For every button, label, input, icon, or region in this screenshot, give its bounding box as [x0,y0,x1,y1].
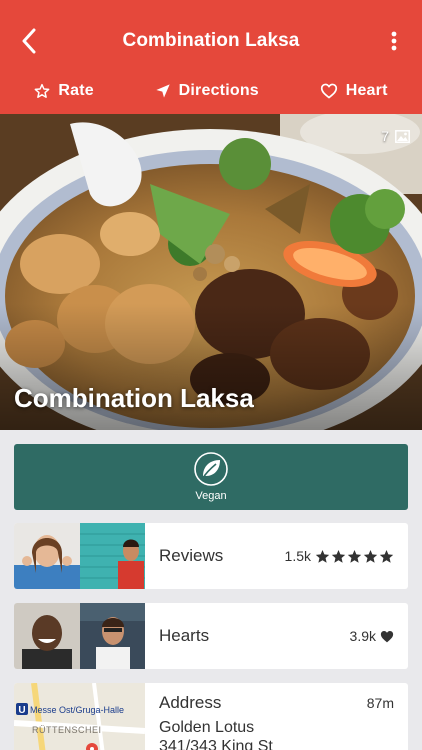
reviews-card[interactable]: Reviews 1.5k [14,523,408,589]
star-filled-icon [363,549,378,563]
reviews-label: Reviews [159,546,224,565]
vegan-tag[interactable]: Vegan [14,444,408,510]
reviews-thumbnails [14,523,145,589]
hearts-label: Hearts [159,626,210,645]
more-vertical-icon [391,31,397,51]
photo-count[interactable]: 7 [381,128,410,144]
back-button[interactable] [12,24,46,58]
address-line-2: 341/343 King St [159,738,273,750]
hearts-count: 3.9k [349,628,376,644]
dish-photo[interactable]: 7 Combination Laksa [0,114,422,430]
map-label-district: RÜTTENSCHEI [32,725,102,735]
map-label-u: U [18,705,25,716]
star-outline-icon [34,83,50,98]
star-filled-icon [347,549,362,563]
chevron-left-icon [22,28,36,54]
dish-name: Combination Laksa [14,383,254,413]
address-body: Address 87m Golden Lotus 341/343 King St [145,683,408,750]
heart-filled-icon [380,630,394,642]
hearts-body: Hearts 3.9k [145,603,408,669]
star-filled-icon [331,549,346,563]
heart-outline-icon [320,83,337,99]
navigation-arrow-icon [155,84,170,98]
address-card[interactable]: U Messe Ost/Gruga-Halle RÜTTENSCHEI Addr… [14,683,408,750]
star-filled-icon [379,549,394,563]
page-title: Combination Laksa [122,30,300,51]
reviews-summary: 1.5k [285,548,394,564]
heart-label: Heart [345,82,388,99]
reviewer-photo [79,523,145,589]
hearts-card[interactable]: Hearts 3.9k [14,603,408,669]
reviews-count: 1.5k [284,548,311,564]
directions-button[interactable]: Directions [155,82,259,100]
map-thumbnail[interactable]: U Messe Ost/Gruga-Halle RÜTTENSCHEI [14,683,145,750]
reviews-body: Reviews 1.5k [145,523,408,589]
reviewer-photo [14,523,80,589]
action-bar: Rate Directions Heart [0,74,422,108]
app-header: Combination Laksa Rate Directions Heart [0,0,422,114]
directions-label: Directions [178,82,259,99]
address-distance: 87m [366,695,394,711]
heart-button[interactable]: Heart [320,82,388,100]
image-gallery-icon [395,129,410,143]
hearts-thumbnails [14,603,145,669]
user-photo [14,603,80,669]
rate-label: Rate [58,82,94,99]
address-label: Address [159,693,222,712]
map-preview: U Messe Ost/Gruga-Halle RÜTTENSCHEI [14,683,145,750]
map-label-station: Messe Ost/Gruga-Halle [30,705,124,715]
address-line-1: Golden Lotus [159,719,255,736]
rating-stars [315,549,394,564]
vegan-label: Vegan [195,490,227,502]
leaf-icon [194,452,228,486]
photo-count-value: 7 [381,128,389,144]
star-filled-icon [315,549,330,563]
rate-button[interactable]: Rate [34,82,94,100]
hearts-summary: 3.9k [350,628,394,644]
top-bar: Combination Laksa [0,0,422,82]
user-photo [79,603,145,669]
more-options-button[interactable] [380,26,408,56]
